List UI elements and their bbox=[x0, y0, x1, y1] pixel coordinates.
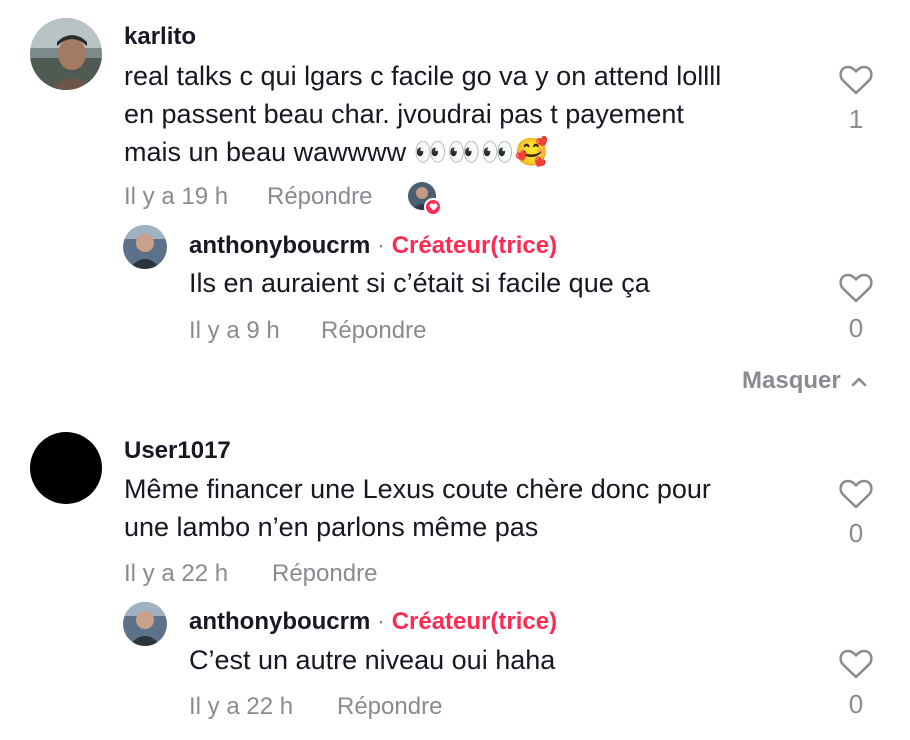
like-count: 1 bbox=[848, 104, 864, 134]
like-count: 0 bbox=[848, 689, 864, 719]
comment-username[interactable]: karlito bbox=[124, 23, 196, 51]
comment-text: Même financer une Lexus coute chère donc… bbox=[124, 470, 824, 546]
hide-replies-label: Masquer bbox=[742, 367, 841, 394]
comment-username[interactable]: User1017 bbox=[124, 437, 231, 465]
creator-liked-indicator bbox=[408, 182, 442, 216]
comment-timestamp: Il y a 19 h bbox=[124, 183, 229, 210]
comment-text: real talks c qui lgars c facile go va y … bbox=[124, 57, 824, 171]
heart-outline-icon[interactable] bbox=[838, 478, 874, 510]
comment-text-line: real talks c qui lgars c facile go va y … bbox=[124, 61, 722, 91]
comment-text-line: en passent beau char. jvoudrai pas t pay… bbox=[124, 99, 684, 129]
reply-username-line: anthonyboucrm · Créateur(trice) bbox=[189, 608, 557, 636]
avatar-karlito[interactable] bbox=[30, 18, 102, 90]
hide-replies-button[interactable]: Masquer bbox=[742, 367, 867, 395]
reply-text: C’est un autre niveau oui haha bbox=[189, 645, 556, 675]
avatar-anthonyboucrm[interactable] bbox=[123, 602, 167, 646]
comment-text-line: mais un beau wawwww 👀👀👀🥰 bbox=[124, 137, 549, 167]
reply-button[interactable]: Répondre bbox=[337, 693, 442, 721]
reply-button[interactable]: Répondre bbox=[272, 560, 377, 588]
separator-dot: · bbox=[377, 608, 386, 635]
reply-button[interactable]: Répondre bbox=[267, 183, 372, 211]
like-count: 0 bbox=[848, 518, 864, 548]
creator-badge: Créateur(trice) bbox=[391, 232, 558, 259]
heart-outline-icon[interactable] bbox=[838, 64, 874, 96]
avatar-user1017[interactable] bbox=[30, 432, 102, 504]
creator-badge: Créateur(trice) bbox=[391, 608, 558, 635]
reply-username[interactable]: anthonyboucrm bbox=[189, 608, 370, 635]
heart-outline-icon[interactable] bbox=[838, 272, 874, 304]
comment-timestamp: Il y a 22 h bbox=[124, 560, 229, 587]
like-count: 0 bbox=[848, 313, 864, 343]
reply-username[interactable]: anthonyboucrm bbox=[189, 232, 370, 259]
avatar-anthonyboucrm[interactable] bbox=[123, 225, 167, 269]
comment-text-line: Même financer une Lexus coute chère donc… bbox=[124, 474, 711, 504]
separator-dot: · bbox=[377, 232, 386, 259]
chevron-up-icon bbox=[851, 377, 867, 387]
creator-liked-heart-icon bbox=[424, 198, 442, 216]
reply-timestamp: Il y a 22 h bbox=[189, 693, 294, 720]
reply-text: Ils en auraient si c’était si facile que… bbox=[189, 268, 650, 298]
heart-outline-icon[interactable] bbox=[838, 648, 874, 680]
reply-button[interactable]: Répondre bbox=[321, 317, 426, 345]
reply-username-line: anthonyboucrm · Créateur(trice) bbox=[189, 232, 557, 260]
comment-text-line: une lambo n’en parlons même pas bbox=[124, 512, 539, 542]
reply-timestamp: Il y a 9 h bbox=[189, 317, 280, 344]
